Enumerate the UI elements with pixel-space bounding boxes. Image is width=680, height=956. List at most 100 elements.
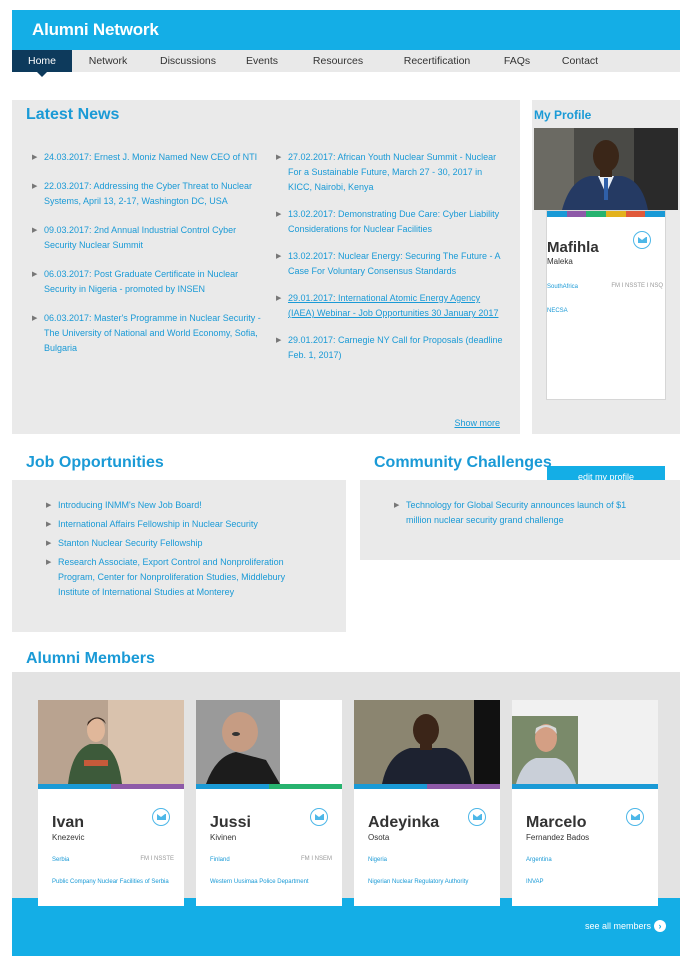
news-item[interactable]: ▶ 09.03.2017: 2nd Annual Industrial Contr… <box>32 223 262 253</box>
job-item[interactable]: ▶ Introducing INMM's New Job Board! <box>46 498 316 513</box>
triangle-bullet-icon: ▶ <box>46 540 52 547</box>
news-item[interactable]: ▶ 22.03.2017: Addressing the Cyber Threat… <box>32 179 262 209</box>
profile-card: Mafihla Maleka SouthAfrica FM I NSSTE I … <box>546 210 666 488</box>
community-challenges-panel: ▶ Technology for Global Security announce… <box>360 480 680 560</box>
news-item[interactable]: ▶ 29.01.2017: International Atomic Energy… <box>276 291 506 321</box>
mail-icon[interactable] <box>626 808 644 826</box>
nav-item-discussions[interactable]: Discussions <box>144 50 232 72</box>
profile-org[interactable]: NECSA <box>547 307 568 315</box>
news-item[interactable]: ▶ 24.03.2017: Ernest J. Moniz Named New C… <box>32 150 262 165</box>
member-org[interactable]: Public Company Nuclear Facilities of Ser… <box>52 878 176 886</box>
triangle-bullet-icon: ▶ <box>394 502 400 509</box>
my-profile-title: My Profile <box>534 108 592 122</box>
job-opportunities-title: Job Opportunities <box>26 454 164 471</box>
member-card[interactable]: Adeyinka Osota Nigeria Nigerian Nuclear … <box>354 700 500 906</box>
member-photo <box>354 700 500 784</box>
member-org[interactable]: INVAP <box>526 878 650 886</box>
nav-item-contact[interactable]: Contact <box>544 50 616 72</box>
nav-item-faqs[interactable]: FAQs <box>490 50 544 72</box>
job-item[interactable]: ▶ Stanton Nuclear Security Fellowship <box>46 536 316 551</box>
member-country[interactable]: Finland <box>210 856 230 864</box>
member-photo-art <box>512 700 658 784</box>
news-item[interactable]: ▶ 13.02.2017: Nuclear Energy: Securing Th… <box>276 249 506 279</box>
member-code: FM I NSSTE <box>140 856 174 862</box>
member-org[interactable]: Nigerian Nuclear Regulatory Authority <box>368 878 492 886</box>
profile-photo <box>534 128 678 210</box>
member-card[interactable]: Ivan Knezevic Serbia FM I NSSTE Public C… <box>38 700 184 906</box>
member-country[interactable]: Nigeria <box>368 856 387 864</box>
triangle-bullet-icon: ▶ <box>276 253 282 260</box>
profile-code: FM I NSSTE I NSQ <box>611 283 663 289</box>
profile-country[interactable]: SouthAfrica <box>547 283 578 291</box>
triangle-bullet-icon: ▶ <box>276 211 282 218</box>
member-color-bar <box>38 784 184 789</box>
triangle-bullet-icon: ▶ <box>32 227 38 234</box>
member-first-name: Adeyinka <box>368 814 440 831</box>
nav-item-network[interactable]: Network <box>72 50 144 72</box>
news-item[interactable]: ▶ 06.03.2017: Post Graduate Certificate i… <box>32 267 262 297</box>
mail-icon[interactable] <box>468 808 486 826</box>
triangle-bullet-icon: ▶ <box>276 154 282 161</box>
member-photo <box>512 700 658 784</box>
alumni-footer-bar: see all members › <box>12 898 680 956</box>
news-item[interactable]: ▶ 06.03.2017: Master's Programme in Nucle… <box>32 311 262 356</box>
triangle-bullet-icon: ▶ <box>46 559 52 566</box>
job-opportunities-panel: ▶ Introducing INMM's New Job Board! ▶ Inte… <box>12 480 346 632</box>
alumni-members-title: Alumni Members <box>26 650 155 667</box>
my-profile-panel: My Profile Mafihla Maleka SouthAfrica FM… <box>532 100 680 488</box>
community-challenges-title: Community Challenges <box>374 454 552 471</box>
latest-news-title: Latest News <box>26 106 120 123</box>
member-code: FM I NSEM <box>301 856 332 862</box>
community-list: ▶ Technology for Global Security announce… <box>394 498 654 540</box>
triangle-bullet-icon: ▶ <box>32 315 38 322</box>
member-color-bar <box>512 784 658 789</box>
job-list: ▶ Introducing INMM's New Job Board! ▶ Inte… <box>46 498 316 604</box>
profile-photo-art <box>534 128 678 210</box>
nav-item-events[interactable]: Events <box>232 50 292 72</box>
page: Alumni Network Home Network Discussions … <box>12 10 680 956</box>
nav-item-resources[interactable]: Resources <box>292 50 384 72</box>
challenge-item[interactable]: ▶ Technology for Global Security announce… <box>394 498 654 528</box>
member-org[interactable]: Western Uusimaa Police Department <box>210 878 334 886</box>
nav-item-home[interactable]: Home <box>12 50 72 77</box>
member-photo-art <box>196 700 342 784</box>
arrow-right-icon: › <box>654 920 666 932</box>
member-card[interactable]: Jussi Kivinen Finland FM I NSEM Western … <box>196 700 342 906</box>
member-country[interactable]: Argentina <box>526 856 552 864</box>
job-item[interactable]: ▶ International Affairs Fellowship in Nuc… <box>46 517 316 532</box>
member-card[interactable]: Marcelo Fernandez Bados Argentina INVAP <box>512 700 658 906</box>
mail-icon[interactable] <box>633 231 651 249</box>
latest-news-panel: Latest News ▶ 24.03.2017: Ernest J. Moniz… <box>12 100 520 434</box>
triangle-bullet-icon: ▶ <box>276 295 282 302</box>
triangle-bullet-icon: ▶ <box>46 521 52 528</box>
news-item[interactable]: ▶ 29.01.2017: Carnegie NY Call for Propos… <box>276 333 506 363</box>
site-title[interactable]: Alumni Network <box>32 20 159 40</box>
nav-item-recertification[interactable]: Recertification <box>384 50 490 72</box>
job-item[interactable]: ▶ Research Associate, Export Control and … <box>46 555 316 600</box>
member-photo-art <box>354 700 500 784</box>
profile-last-name: Maleka <box>547 257 573 266</box>
mail-icon[interactable] <box>310 808 328 826</box>
triangle-bullet-icon: ▶ <box>276 337 282 344</box>
triangle-bullet-icon: ▶ <box>32 271 38 278</box>
mail-icon[interactable] <box>152 808 170 826</box>
triangle-bullet-icon: ▶ <box>32 183 38 190</box>
member-photo-art <box>38 700 184 784</box>
news-item[interactable]: ▶ 13.02.2017: Demonstrating Due Care: Cyb… <box>276 207 506 237</box>
member-last-name: Knezevic <box>52 833 85 842</box>
show-more-link[interactable]: Show more <box>454 418 500 428</box>
member-photo <box>38 700 184 784</box>
member-color-bar <box>354 784 500 789</box>
member-last-name: Osota <box>368 833 390 842</box>
member-last-name: Fernandez Bados <box>526 833 590 842</box>
see-all-members-link[interactable]: see all members › <box>585 920 666 932</box>
member-first-name: Ivan <box>52 814 85 831</box>
news-item[interactable]: ▶ 27.02.2017: African Youth Nuclear Summi… <box>276 150 506 195</box>
member-color-bar <box>196 784 342 789</box>
member-first-name: Jussi <box>210 814 251 831</box>
member-last-name: Kivinen <box>210 833 237 842</box>
triangle-bullet-icon: ▶ <box>46 502 52 509</box>
main-nav: Home Network Discussions Events Resource… <box>12 50 680 77</box>
member-country[interactable]: Serbia <box>52 856 69 864</box>
site-header: Alumni Network <box>12 10 680 50</box>
